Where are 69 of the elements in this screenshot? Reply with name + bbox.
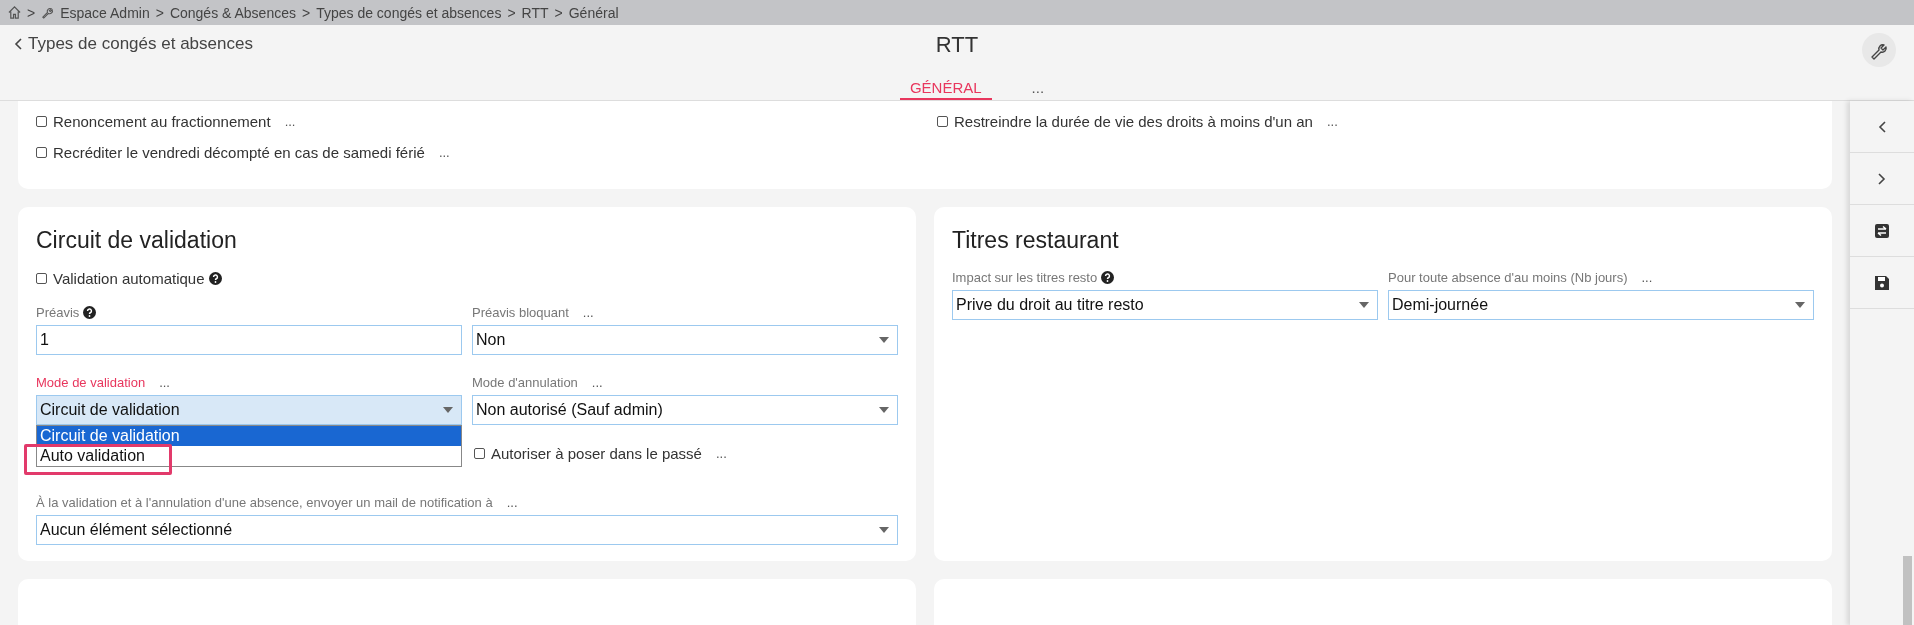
- breadcrumb-link[interactable]: Espace Admin: [60, 4, 150, 21]
- checkbox[interactable]: [36, 147, 47, 158]
- help-icon: [1101, 271, 1115, 284]
- more-link[interactable]: ...: [591, 375, 603, 390]
- field-label: Mode d'annulation: [472, 375, 578, 390]
- checkbox-label: Restreindre la durée de vie des droits à moins d'un an: [954, 113, 1313, 130]
- save-button[interactable]: [1850, 257, 1914, 309]
- checkbox-label: Renoncement au fractionnement: [53, 113, 271, 130]
- checkbox[interactable]: [937, 116, 948, 127]
- breadcrumb-link[interactable]: Congés & Absences: [169, 4, 296, 21]
- more-link[interactable]: ...: [159, 375, 170, 390]
- tab[interactable]: ...: [1021, 79, 1055, 100]
- more-link[interactable]: ...: [506, 495, 518, 510]
- caret-icon: [879, 527, 889, 533]
- breadcrumb-link[interactable]: RTT: [521, 4, 549, 21]
- page-title: RTT: [935, 32, 979, 58]
- dropdown-option[interactable]: Auto validation: [37, 446, 461, 466]
- swap-icon: [1874, 222, 1890, 239]
- field-label: Pour toute absence d'au moins (Nb jours): [1388, 270, 1628, 285]
- breadcrumb-link[interactable]: Général: [568, 4, 619, 21]
- select-field[interactable]: Non autorisé (Sauf admin): [472, 395, 898, 425]
- wrench-icon: [41, 6, 55, 19]
- select-field[interactable]: Demi-journée: [1388, 290, 1814, 320]
- chevron-left-icon: [1878, 120, 1886, 133]
- chevron-right-icon: [1878, 172, 1886, 185]
- field-label: Mode de validation: [36, 375, 146, 390]
- caret-icon: [1795, 302, 1805, 308]
- card-title: Titres restaurant: [952, 227, 1120, 254]
- checkbox-label: Recréditer le vendredi décompté en cas de samedi férié: [53, 144, 425, 161]
- breadcrumb-separator: >: [554, 4, 563, 21]
- more-link[interactable]: ...: [438, 145, 450, 160]
- more-link[interactable]: ...: [284, 114, 296, 129]
- swap-button[interactable]: [1850, 205, 1914, 257]
- more-link[interactable]: ...: [582, 305, 594, 320]
- help-icon: [83, 306, 97, 319]
- more-link[interactable]: ...: [1641, 270, 1653, 285]
- caret-icon: [443, 407, 453, 413]
- card-title: Circuit de validation: [36, 227, 238, 254]
- chevron-left-icon: [14, 38, 22, 50]
- caret-icon: [879, 337, 889, 343]
- home-icon[interactable]: [8, 6, 21, 19]
- select-field[interactable]: Prive du droit au titre resto: [952, 290, 1378, 320]
- caret-icon: [879, 407, 889, 413]
- select-field[interactable]: Circuit de validation: [36, 395, 462, 425]
- field-label: À la validation et à l'annulation d'une absence, envoyer un mail de notification à: [36, 495, 493, 510]
- text-field[interactable]: 1: [36, 325, 462, 355]
- breadcrumb-separator: >: [507, 4, 516, 21]
- checkbox[interactable]: [474, 448, 485, 459]
- field-label: Préavis bloquant: [472, 305, 569, 320]
- select-field[interactable]: Aucun élément sélectionné: [36, 515, 898, 545]
- more-link[interactable]: ...: [715, 446, 727, 461]
- dropdown-option[interactable]: Circuit de validation: [37, 426, 461, 446]
- settings-button[interactable]: [1862, 33, 1896, 67]
- checkbox[interactable]: [36, 273, 47, 284]
- scrollbar[interactable]: [1903, 556, 1912, 625]
- field-label: Impact sur les titres resto: [952, 270, 1098, 285]
- select-field[interactable]: Non: [472, 325, 898, 355]
- help-icon: [208, 272, 222, 285]
- checkbox-label: Validation automatique: [53, 270, 205, 287]
- back-link[interactable]: Types de congés et absences: [0, 34, 253, 54]
- checkbox[interactable]: [36, 116, 47, 127]
- caret-icon: [1359, 302, 1369, 308]
- breadcrumb-separator: >: [27, 4, 36, 21]
- more-link[interactable]: ...: [1326, 114, 1338, 129]
- breadcrumb-separator: >: [301, 4, 311, 21]
- breadcrumb-link[interactable]: Types de congés et absences: [316, 4, 502, 21]
- field-label: Préavis: [36, 305, 80, 320]
- checkbox-label: Autoriser à poser dans le passé: [491, 445, 702, 462]
- breadcrumb-separator: >: [155, 4, 164, 21]
